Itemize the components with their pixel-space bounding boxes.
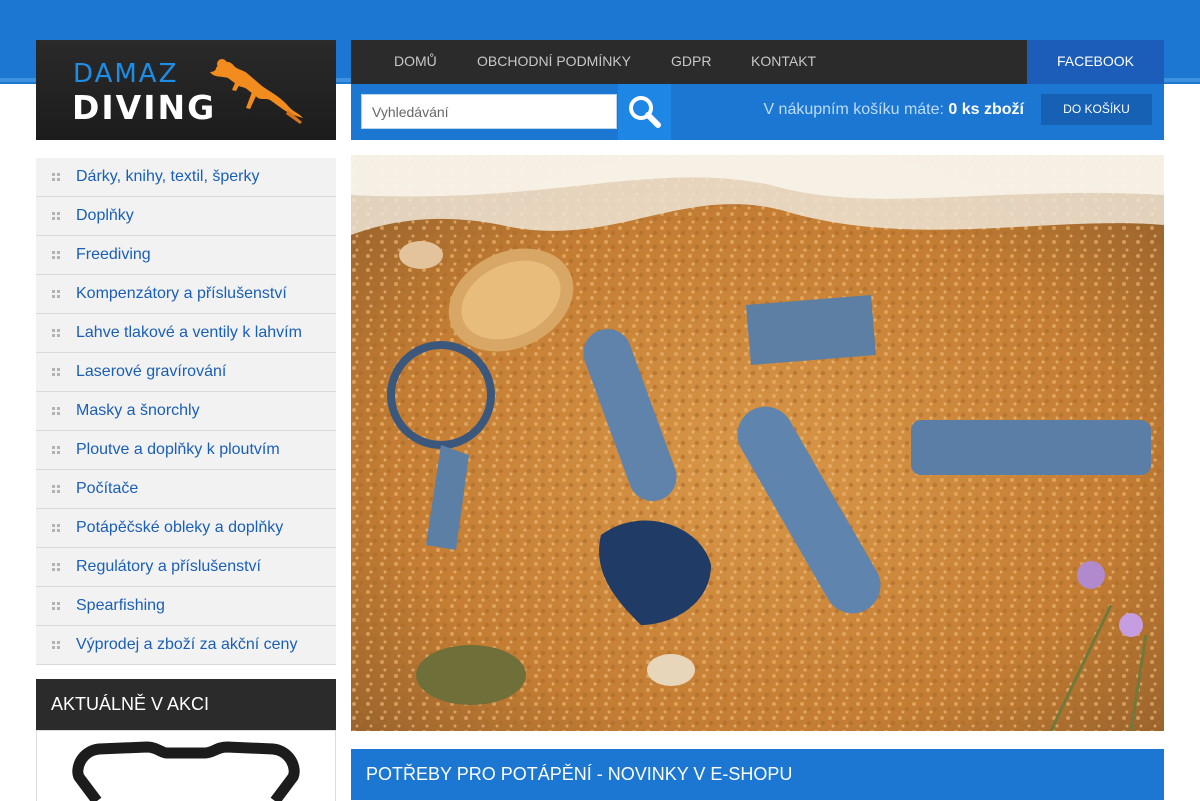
sidebar-category-label: Freediving (76, 246, 151, 263)
main-nav: DOMŮ OBCHODNÍ PODMÍNKY GDPR KONTAKT (351, 40, 1027, 84)
sidebar-category-item[interactable]: Výprodej a zboží za akční ceny (36, 626, 336, 665)
banner-image (351, 155, 1164, 731)
grid-bullet-icon (52, 173, 61, 182)
sidebar-category-item[interactable]: Doplňky (36, 197, 336, 236)
search-icon (629, 96, 661, 128)
nav-link-contact[interactable]: KONTAKT (751, 40, 816, 84)
sidebar-category-label: Regulátory a příslušenství (76, 558, 261, 575)
cart-summary-label: V nákupním košíku máte: (763, 101, 944, 118)
product-image (72, 741, 300, 801)
search-input[interactable] (361, 94, 617, 129)
sidebar-category-label: Spearfishing (76, 597, 165, 614)
sidebar-category-item[interactable]: Freediving (36, 236, 336, 275)
sidebar-category-label: Doplňky (76, 207, 134, 224)
grid-bullet-icon (52, 485, 61, 494)
search-button[interactable] (618, 84, 671, 140)
grid-bullet-icon (52, 251, 61, 260)
category-sidebar: Dárky, knihy, textil, šperky Doplňky Freed… (36, 158, 336, 665)
sidebar-category-label: Lahve tlakové a ventily k lahvím (76, 324, 302, 341)
grid-bullet-icon (52, 368, 61, 377)
logo-text-damaz: DAMAZ (73, 59, 179, 89)
grid-bullet-icon (52, 407, 61, 416)
go-to-cart-button[interactable]: DO KOŠÍKU (1041, 94, 1152, 125)
grid-bullet-icon (52, 329, 61, 338)
facebook-button[interactable]: FACEBOOK (1027, 40, 1164, 84)
cart-summary: V nákupním košíku máte: 0 ks zboží (763, 101, 1024, 119)
nav-link-home[interactable]: DOMŮ (394, 40, 437, 84)
sidebar-category-item[interactable]: Potápěčské obleky a doplňky (36, 509, 336, 548)
grid-bullet-icon (52, 641, 61, 650)
sidebar-category-label: Výprodej a zboží za akční ceny (76, 636, 298, 653)
sidebar-category-label: Potápěčské obleky a doplňky (76, 519, 284, 536)
promo-product-preview[interactable] (36, 730, 336, 801)
grid-bullet-icon (52, 563, 61, 572)
sidebar-category-item[interactable]: Laserové gravírování (36, 353, 336, 392)
sidebar-category-item[interactable]: Ploutve a doplňky k ploutvím (36, 431, 336, 470)
sidebar-category-item[interactable]: Masky a šnorchly (36, 392, 336, 431)
cart-count: 0 ks zboží (948, 101, 1024, 118)
search-cart-bar: V nákupním košíku máte: 0 ks zboží DO KO… (351, 84, 1164, 140)
sidebar-category-item[interactable]: Spearfishing (36, 587, 336, 626)
sidebar-category-label: Laserové gravírování (76, 363, 227, 380)
sidebar-category-label: Počítače (76, 480, 139, 497)
site-logo[interactable]: DAMAZ DIVING (36, 40, 336, 140)
news-heading: POTŘEBY PRO POTÁPĚNÍ - NOVINKY V E-SHOPU (351, 749, 1164, 800)
grid-bullet-icon (52, 524, 61, 533)
sidebar-category-item[interactable]: Lahve tlakové a ventily k lahvím (36, 314, 336, 353)
nav-link-gdpr[interactable]: GDPR (671, 40, 711, 84)
grid-bullet-icon (52, 446, 61, 455)
sidebar-category-item[interactable]: Regulátory a příslušenství (36, 548, 336, 587)
grid-bullet-icon (52, 602, 61, 611)
sidebar-category-item[interactable]: Kompenzátory a příslušenství (36, 275, 336, 314)
grid-bullet-icon (52, 290, 61, 299)
sidebar-category-label: Dárky, knihy, textil, šperky (76, 168, 260, 185)
grid-bullet-icon (52, 212, 61, 221)
sidebar-category-label: Masky a šnorchly (76, 402, 200, 419)
sidebar-category-label: Kompenzátory a příslušenství (76, 285, 287, 302)
sidebar-category-label: Ploutve a doplňky k ploutvím (76, 441, 280, 458)
hero-banner[interactable] (351, 155, 1164, 731)
nav-link-terms[interactable]: OBCHODNÍ PODMÍNKY (477, 40, 631, 84)
promo-heading: AKTUÁLNĚ V AKCI (36, 679, 336, 730)
sidebar-category-item[interactable]: Dárky, knihy, textil, šperky (36, 158, 336, 197)
logo-text-diving: DIVING (72, 88, 217, 127)
diver-icon (210, 59, 303, 124)
sidebar-category-item[interactable]: Počítače (36, 470, 336, 509)
